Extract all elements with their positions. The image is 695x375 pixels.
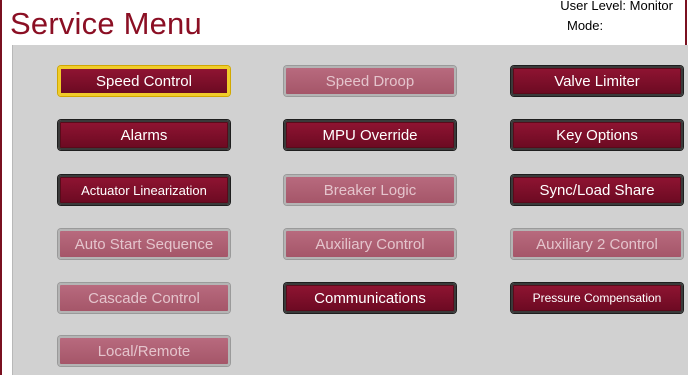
menu-panel: Speed Control Speed Droop Valve Limiter … bbox=[12, 45, 688, 375]
speed-control-button[interactable]: Speed Control bbox=[58, 66, 230, 96]
cascade-control-button[interactable]: Cascade Control bbox=[58, 283, 230, 313]
communications-button[interactable]: Communications bbox=[284, 283, 456, 313]
mode-label: Mode: bbox=[567, 18, 604, 33]
alarms-button[interactable]: Alarms bbox=[58, 120, 230, 150]
pressure-compensation-button[interactable]: Pressure Compensation bbox=[511, 283, 683, 313]
page-title: Service Menu bbox=[10, 6, 202, 41]
valve-limiter-button[interactable]: Valve Limiter bbox=[511, 66, 683, 96]
local-remote-button[interactable]: Local/Remote bbox=[58, 336, 230, 366]
actuator-linearization-button[interactable]: Actuator Linearization bbox=[58, 175, 230, 205]
speed-droop-button[interactable]: Speed Droop bbox=[284, 66, 456, 96]
sync-load-share-button[interactable]: Sync/Load Share bbox=[511, 175, 683, 205]
auxiliary-2-control-button[interactable]: Auxiliary 2 Control bbox=[511, 229, 683, 259]
user-level-label: User Level: Monitor bbox=[560, 0, 673, 13]
key-options-button[interactable]: Key Options bbox=[511, 120, 683, 150]
header-bar: Service Menu User Level: Monitor Mode: bbox=[2, 0, 685, 45]
auto-start-sequence-button[interactable]: Auto Start Sequence bbox=[58, 229, 230, 259]
mpu-override-button[interactable]: MPU Override bbox=[284, 120, 456, 150]
breaker-logic-button[interactable]: Breaker Logic bbox=[284, 175, 456, 205]
service-menu-window: Service Menu User Level: Monitor Mode: S… bbox=[0, 0, 688, 375]
auxiliary-control-button[interactable]: Auxiliary Control bbox=[284, 229, 456, 259]
